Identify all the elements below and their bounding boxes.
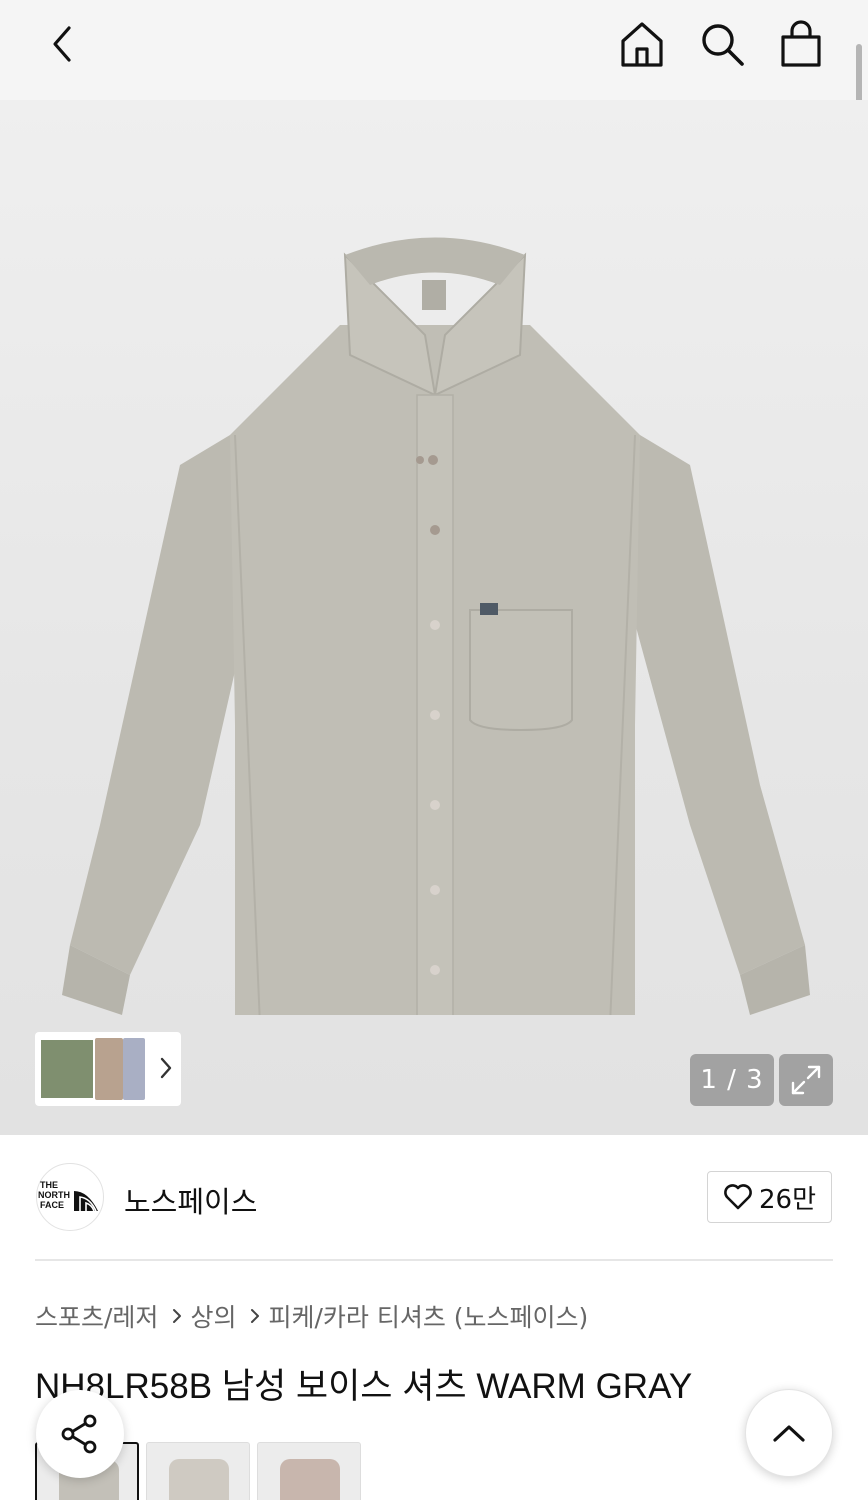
home-button[interactable] xyxy=(616,18,668,70)
color-option-2[interactable] xyxy=(146,1442,250,1500)
like-button[interactable]: 26만 xyxy=(707,1171,832,1223)
thumbnail-color-1[interactable] xyxy=(39,1038,95,1100)
top-navigation-bar xyxy=(0,0,868,100)
chevron-right-icon[interactable] xyxy=(159,1056,173,1080)
chevron-left-icon xyxy=(53,26,71,62)
home-icon xyxy=(621,22,663,67)
brand-row: THE NORTH FACE 노스페이스 26만 xyxy=(0,1135,868,1260)
chevron-right-icon xyxy=(250,1307,260,1325)
thumbnail-color-3[interactable] xyxy=(123,1038,145,1100)
expand-image-button[interactable] xyxy=(779,1054,833,1106)
svg-text:THE: THE xyxy=(40,1180,58,1190)
color-swatch xyxy=(169,1459,229,1500)
search-button[interactable] xyxy=(696,18,748,70)
the-north-face-logo: THE NORTH FACE xyxy=(38,1180,98,1212)
svg-text:NORTH: NORTH xyxy=(38,1190,70,1200)
product-title: NH8LR58B 남성 보이스 셔츠 WARM GRAY xyxy=(35,1367,693,1406)
scroll-to-top-button[interactable] xyxy=(745,1389,833,1477)
share-button[interactable] xyxy=(36,1390,124,1478)
image-pager: 1 / 3 xyxy=(690,1054,774,1106)
divider xyxy=(35,1259,833,1261)
color-swatch xyxy=(280,1459,340,1500)
heart-outline-icon xyxy=(724,1184,752,1210)
share-icon xyxy=(61,1414,97,1454)
product-image xyxy=(62,237,810,1015)
cart-button[interactable] xyxy=(775,18,827,70)
product-image-gallery[interactable]: 1 / 3 xyxy=(0,100,868,1135)
breadcrumb-item-tops[interactable]: 상의 xyxy=(190,1298,236,1334)
color-option-3[interactable] xyxy=(257,1442,361,1500)
breadcrumb: 스포츠/레저 상의 피케/카라 티셔츠 (노스페이스) xyxy=(35,1298,588,1334)
search-icon xyxy=(702,24,744,66)
breadcrumb-item-polo[interactable]: 피케/카라 티셔츠 (노스페이스) xyxy=(268,1298,588,1334)
brand-logo[interactable]: THE NORTH FACE xyxy=(36,1163,104,1231)
svg-text:FACE: FACE xyxy=(40,1200,64,1210)
shopping-bag-icon xyxy=(781,20,821,67)
expand-arrows-icon xyxy=(791,1065,821,1095)
like-count: 26만 xyxy=(758,1184,816,1215)
brand-name[interactable]: 노스페이스 xyxy=(124,1179,257,1221)
thumbnail-color-2[interactable] xyxy=(95,1038,123,1100)
chevron-right-icon xyxy=(172,1307,182,1325)
thumbnail-strip[interactable] xyxy=(35,1032,181,1106)
back-button[interactable] xyxy=(36,18,88,70)
breadcrumb-item-sports[interactable]: 스포츠/레저 xyxy=(35,1298,158,1334)
chevron-up-icon xyxy=(773,1425,805,1442)
